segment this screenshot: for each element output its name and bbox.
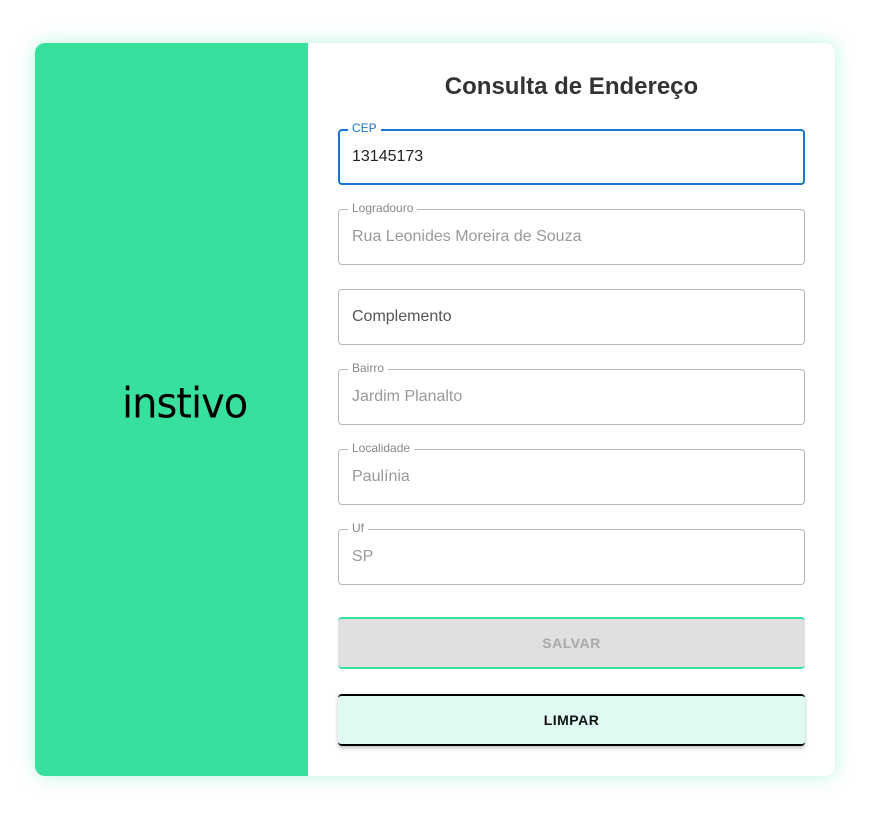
complemento-input[interactable]	[352, 290, 792, 344]
form-panel: Consulta de Endereço CEP Logradouro Bair…	[308, 43, 835, 776]
address-card: instivo Consulta de Endereço CEP Logrado…	[35, 43, 835, 776]
brand-panel: instivo	[35, 43, 308, 776]
uf-input[interactable]	[352, 530, 792, 584]
uf-field[interactable]: Uf	[338, 521, 805, 585]
cep-field[interactable]: CEP	[338, 121, 805, 185]
logradouro-input[interactable]	[352, 210, 792, 264]
bairro-input[interactable]	[352, 370, 792, 424]
complemento-field[interactable]	[338, 289, 805, 345]
localidade-field[interactable]: Localidade	[338, 441, 805, 505]
save-button[interactable]: SALVAR	[338, 617, 805, 669]
bairro-field[interactable]: Bairro	[338, 361, 805, 425]
page-title: Consulta de Endereço	[444, 73, 699, 100]
instivo-logo: instivo	[122, 379, 248, 429]
logradouro-field[interactable]: Logradouro	[338, 201, 805, 265]
clear-button[interactable]: LIMPAR	[338, 694, 805, 746]
localidade-input[interactable]	[352, 450, 792, 504]
cep-input[interactable]	[352, 131, 792, 183]
